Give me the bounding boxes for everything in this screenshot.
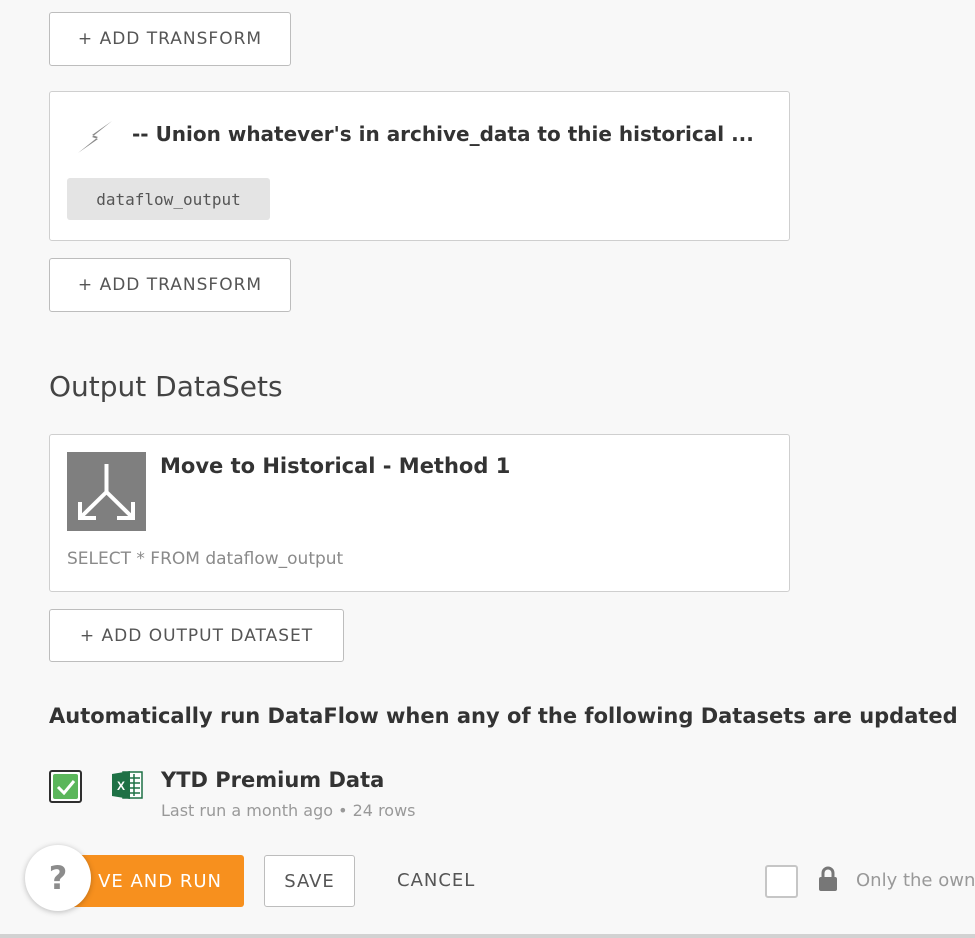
bottom-divider [0,934,975,938]
help-icon: ? [48,859,68,897]
svg-text:X: X [117,779,125,793]
transform-title: -- Union whatever's in archive_data to t… [132,122,754,146]
owner-only-label: Only the own [856,870,975,891]
add-transform-button-bottom[interactable]: + ADD TRANSFORM [49,258,291,312]
output-dataset-title: Move to Historical - Method 1 [160,454,511,478]
output-dataset-card[interactable]: Move to Historical - Method 1 SELECT * F… [49,434,790,592]
lightning-bolt-icon [78,121,112,153]
lock-icon [819,866,837,891]
help-button[interactable]: ? [25,845,91,911]
owner-only-checkbox[interactable] [765,865,798,898]
cancel-button[interactable]: CANCEL [397,870,475,891]
save-button[interactable]: SAVE [264,855,355,907]
add-output-dataset-button[interactable]: + ADD OUTPUT DATASET [49,609,344,662]
trigger-dataset-meta: Last run a month ago • 24 rows [161,801,416,820]
excel-icon: X [112,771,143,799]
auto-run-heading: Automatically run DataFlow when any of t… [49,704,958,728]
transform-card[interactable]: -- Union whatever's in archive_data to t… [49,91,790,241]
checkmark-icon [53,774,78,799]
output-chip: dataflow_output [67,178,270,220]
dataflow-editor-page: + ADD TRANSFORM -- Union whatever's in a… [0,0,975,938]
add-transform-button-top[interactable]: + ADD TRANSFORM [49,12,291,66]
trigger-dataset-name[interactable]: YTD Premium Data [161,768,384,792]
merge-arrows-icon [67,452,146,531]
add-transform-label: + ADD TRANSFORM [77,275,263,295]
save-label: SAVE [284,870,335,892]
add-transform-label: + ADD TRANSFORM [77,29,263,49]
trigger-dataset-checkbox[interactable] [49,770,82,803]
add-output-dataset-label: + ADD OUTPUT DATASET [79,625,314,646]
save-and-run-label: VE AND RUN [98,870,222,892]
output-datasets-title: Output DataSets [49,370,283,403]
output-dataset-sql: SELECT * FROM dataflow_output [67,549,344,569]
